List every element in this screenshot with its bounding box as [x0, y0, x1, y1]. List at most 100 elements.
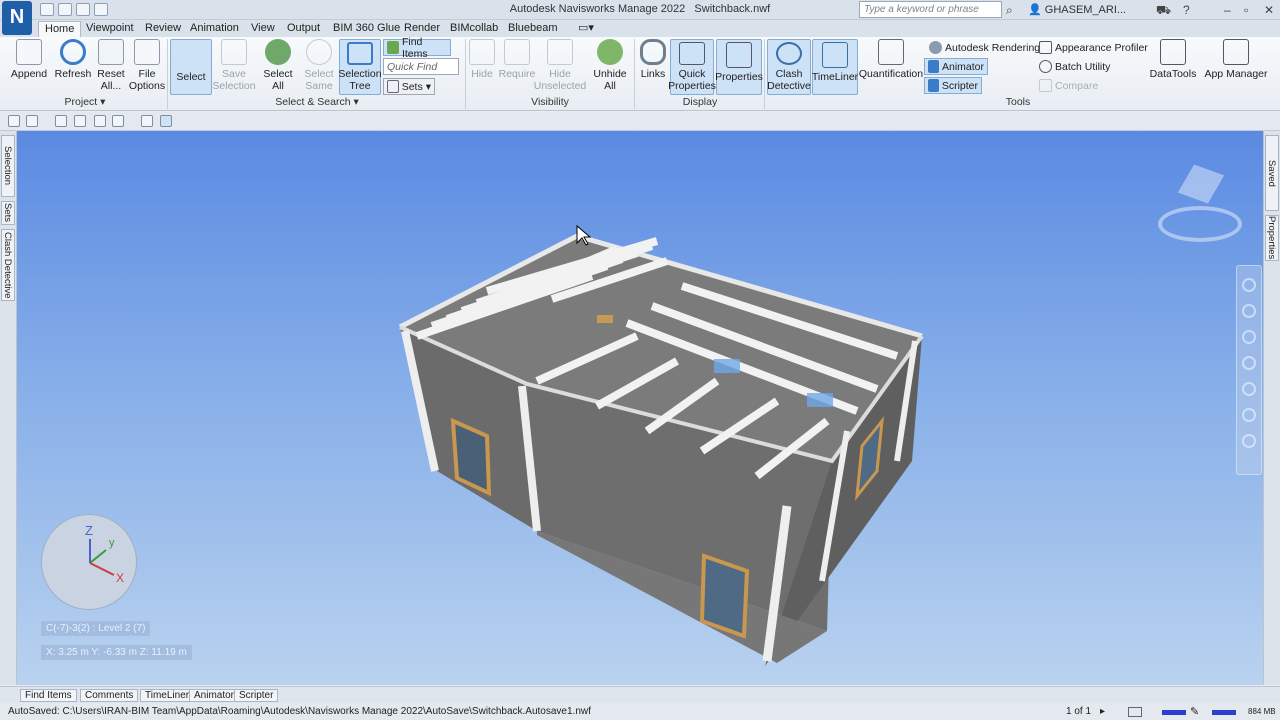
- tab-animator[interactable]: Animator: [189, 689, 240, 702]
- refresh-icon[interactable]: [141, 115, 153, 127]
- compare-button[interactable]: Compare: [1036, 77, 1101, 94]
- select-all-button[interactable]: Select All: [260, 39, 296, 92]
- require-label: Require: [498, 68, 536, 80]
- search-input[interactable]: Type a keyword or phrase: [859, 1, 1002, 18]
- undo-icon[interactable]: [94, 115, 106, 127]
- unhide-all-button[interactable]: Unhide All: [592, 39, 628, 92]
- app-manager-button[interactable]: App Manager: [1204, 39, 1268, 80]
- binoculars-icon[interactable]: ⌕: [1006, 3, 1013, 18]
- find-items-button[interactable]: Find Items: [383, 36, 451, 60]
- orbit-icon[interactable]: [1242, 356, 1256, 370]
- refresh-button[interactable]: Refresh: [54, 39, 92, 80]
- tab-animation[interactable]: Animation: [184, 21, 245, 37]
- tab-comments[interactable]: Comments: [80, 689, 139, 702]
- quick-properties-label: Quick Properties: [668, 68, 716, 92]
- restore-icon[interactable]: ▫: [1244, 3, 1248, 17]
- links-label: Links: [640, 68, 666, 80]
- hide-unselected-button[interactable]: Hide Unselected: [534, 39, 586, 92]
- tab-home[interactable]: Home: [38, 21, 82, 37]
- group-project[interactable]: Project ▾: [40, 96, 130, 109]
- sets-label: Sets: [401, 80, 423, 93]
- 3d-viewport[interactable]: Z y X C(-7)-3(2) : Level 2 (7) X: 3.25 m…: [17, 131, 1263, 685]
- save-icon[interactable]: [55, 115, 67, 127]
- tab-view[interactable]: View: [245, 21, 281, 37]
- batch-utility-button[interactable]: Batch Utility: [1036, 58, 1113, 75]
- look-icon[interactable]: [1242, 382, 1256, 396]
- links-button[interactable]: Links: [638, 39, 668, 80]
- dock-tab-properties[interactable]: Properties: [1265, 215, 1279, 261]
- viewcube-ring-icon[interactable]: [1158, 206, 1242, 242]
- steering-wheel-icon[interactable]: [1242, 278, 1256, 292]
- blue-element[interactable]: [807, 393, 833, 407]
- open-icon[interactable]: [26, 115, 38, 127]
- building-model[interactable]: [17, 131, 1263, 685]
- dock-tab-selection-tree[interactable]: Selection Tree: [1, 135, 15, 197]
- status-bar: AutoSaved: C:\Users\IRAN-BIM Team\AppDat…: [0, 703, 1280, 720]
- group-select-search[interactable]: Select & Search ▾: [262, 96, 372, 109]
- select-icon[interactable]: [1242, 434, 1256, 448]
- dock-tab-clash-detective[interactable]: Clash Detective: [1, 229, 15, 301]
- select-same-button[interactable]: Select Same: [302, 39, 336, 92]
- tab-output[interactable]: Output: [281, 21, 326, 37]
- animator-button[interactable]: Animator: [924, 58, 988, 75]
- highlighted-element[interactable]: [597, 315, 613, 323]
- dock-tab-saved-viewpoints[interactable]: Saved Viewpoints: [1253, 135, 1279, 211]
- tab-bluebeam[interactable]: Bluebeam: [502, 21, 564, 37]
- group-visibility: Visibility: [470, 96, 630, 109]
- reset-all-button[interactable]: Reset All...: [94, 39, 128, 92]
- timeliner-button[interactable]: TimeLiner: [812, 39, 858, 95]
- tab-viewpoint[interactable]: Viewpoint: [80, 21, 140, 37]
- quick-properties-button[interactable]: Quick Properties: [668, 39, 716, 95]
- properties-button[interactable]: Properties: [715, 39, 763, 95]
- redo-icon[interactable]: [112, 115, 124, 127]
- dock-tab-sets[interactable]: Sets: [1, 201, 15, 225]
- pan-icon[interactable]: [1242, 304, 1256, 318]
- close-icon[interactable]: ✕: [1264, 3, 1274, 17]
- user-name[interactable]: 👤 GHASEM_ARI...: [1028, 3, 1126, 16]
- left-dock: Selection Tree Sets Clash Detective: [0, 131, 17, 685]
- scripter-button[interactable]: Scripter: [924, 77, 982, 94]
- datatools-button[interactable]: DataTools: [1150, 39, 1196, 80]
- clash-detective-button[interactable]: Clash Detective: [767, 39, 811, 95]
- new-icon[interactable]: [8, 115, 20, 127]
- zoom-icon[interactable]: [1242, 330, 1256, 344]
- append-button[interactable]: Append: [10, 39, 48, 80]
- tab-find-items[interactable]: Find Items: [20, 689, 77, 702]
- tab-bimcollab[interactable]: BIMcollab: [444, 21, 504, 37]
- page-next-icon[interactable]: ▸: [1100, 706, 1105, 717]
- pencil-icon[interactable]: ✎: [1190, 705, 1199, 718]
- tab-review[interactable]: Review: [139, 21, 187, 37]
- select-cursor-icon[interactable]: [160, 115, 172, 127]
- tab-overflow-icon[interactable]: ▭▾: [572, 21, 600, 37]
- app-logo[interactable]: N: [2, 1, 32, 35]
- hide-button[interactable]: Hide: [468, 39, 496, 80]
- blue-element[interactable]: [714, 359, 740, 373]
- compare-label: Compare: [1055, 79, 1099, 92]
- selection-tree-button[interactable]: Selection Tree: [338, 39, 382, 95]
- print-icon[interactable]: [74, 115, 86, 127]
- level-info: C(-7)-3(2) : Level 2 (7): [41, 621, 151, 636]
- minimize-icon[interactable]: –: [1224, 3, 1231, 17]
- navigation-bar[interactable]: [1236, 265, 1262, 475]
- require-button[interactable]: Require: [499, 39, 535, 80]
- viewcube[interactable]: [1152, 164, 1248, 246]
- autodesk-rendering-button[interactable]: Autodesk Rendering: [926, 39, 1043, 56]
- select-button[interactable]: Select: [170, 39, 212, 95]
- save-selection-button[interactable]: Save Selection: [212, 39, 256, 92]
- chevron-down-icon[interactable]: [178, 115, 190, 127]
- cart-icon[interactable]: ⛟: [1156, 3, 1171, 19]
- tab-timeliner[interactable]: TimeLiner: [140, 689, 195, 702]
- sets-dropdown[interactable]: Sets ▾: [383, 78, 435, 95]
- grid-icon[interactable]: [1128, 707, 1142, 717]
- quantification-button[interactable]: Quantification: [859, 39, 923, 80]
- file-options-button[interactable]: File Options: [129, 39, 165, 92]
- tab-scripter[interactable]: Scripter: [234, 689, 279, 702]
- y-axis: [89, 549, 107, 564]
- quick-find-input[interactable]: Quick Find: [383, 58, 459, 75]
- window[interactable]: [699, 553, 750, 639]
- appearance-profiler-button[interactable]: Appearance Profiler: [1036, 39, 1151, 56]
- help-icon[interactable]: ?: [1183, 3, 1190, 17]
- memory-bar-icon: [1212, 710, 1236, 715]
- tab-bim360glue[interactable]: BIM 360 Glue: [327, 21, 406, 37]
- walk-icon[interactable]: [1242, 408, 1256, 422]
